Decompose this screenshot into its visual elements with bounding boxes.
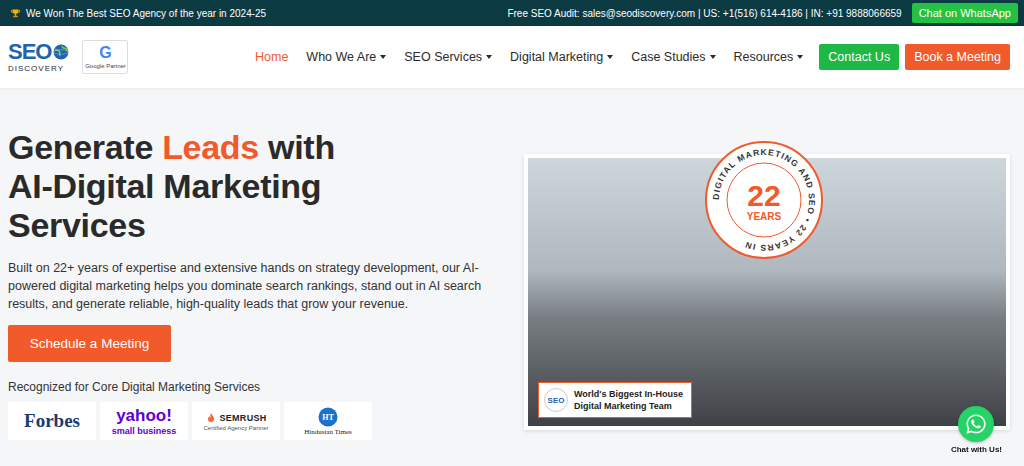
chat-button[interactable] bbox=[958, 406, 994, 442]
yahoo-name: yahoo! bbox=[116, 407, 172, 425]
nav-label: Case Studies bbox=[631, 50, 705, 64]
chat-widget[interactable]: Chat with Us! bbox=[951, 406, 1002, 454]
nav-label: Resources bbox=[734, 50, 794, 64]
nav-label: Digital Marketing bbox=[510, 50, 603, 64]
caret-icon bbox=[710, 55, 716, 59]
schedule-button[interactable]: Schedule a Meeting bbox=[8, 325, 171, 362]
logo-text: SEO bbox=[8, 40, 51, 64]
badge-unit: YEARS bbox=[747, 211, 782, 222]
partner-label: Google Partner bbox=[85, 62, 126, 70]
brand: SEODISCOVERY GGoogle Partner bbox=[8, 40, 128, 74]
ht-logo: HT Hindustan Times bbox=[284, 402, 372, 440]
nav-right: Home Who We Are SEO Services Digital Market… bbox=[255, 44, 1010, 70]
hero-content: Generate Leads withAI-Digital MarketingS… bbox=[8, 88, 508, 440]
ht-name: Hindustan Times bbox=[304, 428, 352, 436]
hero-description: Built on 22+ years of expertise and exte… bbox=[8, 259, 503, 313]
nav-button[interactable]: Contact Us bbox=[819, 44, 899, 70]
hero-title: Generate Leads withAI-Digital MarketingS… bbox=[8, 128, 508, 245]
title-line: AI-Digital Marketing bbox=[8, 167, 508, 206]
semrush-logo: SEMRUSH Certified Agency Partner bbox=[192, 402, 280, 440]
nav-label: Home bbox=[255, 50, 288, 64]
partner-letter: G bbox=[99, 44, 111, 62]
title-segment: Generate bbox=[8, 128, 162, 166]
title-line: Generate Leads with bbox=[8, 128, 508, 167]
title-segment: AI-Digital Marketing bbox=[8, 167, 321, 205]
nav-label: SEO Services bbox=[404, 50, 482, 64]
caption-line: Digital Marketing Team bbox=[574, 400, 683, 412]
hero-media: DIGITAL MARKETING AND SEO • 22 YEARS IN2… bbox=[524, 88, 1010, 430]
badge-number: 22 bbox=[747, 179, 780, 212]
top-bar: We Won The Best SEO Agency of the year i… bbox=[0, 0, 1024, 26]
hero: Generate Leads withAI-Digital MarketingS… bbox=[0, 88, 1024, 466]
whatsapp-button[interactable]: Chat on WhatsApp bbox=[912, 3, 1018, 23]
photo-caption: SEOWorld's Biggest In-HouseDigital Marke… bbox=[538, 382, 692, 418]
page: We Won The Best SEO Agency of the year i… bbox=[0, 0, 1024, 466]
ht-mark: HT bbox=[322, 413, 334, 422]
caret-icon bbox=[380, 55, 386, 59]
nav-link[interactable]: Case Studies bbox=[631, 46, 715, 68]
nav-link[interactable]: SEO Services bbox=[404, 46, 492, 68]
caption-line: World's Biggest In-House bbox=[574, 388, 683, 400]
caret-icon bbox=[797, 55, 803, 59]
logo-top: SEO bbox=[8, 40, 70, 64]
semrush-mark: SEMRUSH bbox=[205, 412, 266, 424]
forbes-logo: Forbes bbox=[8, 402, 96, 440]
caret-icon bbox=[607, 55, 613, 59]
caption-text: World's Biggest In-HouseDigital Marketin… bbox=[574, 388, 683, 412]
globe-icon bbox=[52, 43, 70, 61]
caption-logo: SEO bbox=[544, 388, 568, 412]
announcement-text: We Won The Best SEO Agency of the year i… bbox=[26, 8, 266, 19]
flame-icon bbox=[205, 412, 217, 424]
nav-link[interactable]: Home bbox=[255, 46, 288, 68]
title-line: Services bbox=[8, 206, 508, 245]
top-contact: Free SEO Audit: sales@seodiscovery.com |… bbox=[507, 3, 1018, 23]
badge-ring-text: DIGITAL MARKETING AND SEO • 22 YEARS IN bbox=[711, 147, 817, 253]
announcement: We Won The Best SEO Agency of the year i… bbox=[10, 8, 266, 19]
site-logo[interactable]: SEODISCOVERY bbox=[8, 40, 70, 74]
caret-icon bbox=[486, 55, 492, 59]
yahoo-sub: small business bbox=[112, 426, 177, 436]
nav-buttons: Contact UsBook a Meeting bbox=[819, 44, 1010, 70]
nav-label: Who We Are bbox=[306, 50, 376, 64]
title-segment: Services bbox=[8, 206, 146, 244]
chat-label: Chat with Us! bbox=[951, 445, 1002, 454]
nav-button[interactable]: Book a Meeting bbox=[905, 44, 1010, 70]
recognized-label: Recognized for Core Digital Marketing Se… bbox=[8, 380, 508, 394]
nav-bar: SEODISCOVERY GGoogle Partner Home Who We Ar… bbox=[0, 26, 1024, 88]
nav-link[interactable]: Digital Marketing bbox=[510, 46, 613, 68]
semrush-name: SEMRUSH bbox=[219, 413, 266, 423]
nav-link[interactable]: Resources bbox=[734, 46, 804, 68]
nav-link[interactable]: Who We Are bbox=[306, 46, 386, 68]
ht-mark-icon: HT bbox=[318, 407, 338, 427]
years-badge: DIGITAL MARKETING AND SEO • 22 YEARS IN2… bbox=[704, 140, 824, 260]
title-segment: with bbox=[259, 128, 335, 166]
photo-card: DIGITAL MARKETING AND SEO • 22 YEARS IN2… bbox=[524, 154, 1010, 430]
logo-subtext: DISCOVERY bbox=[8, 64, 64, 74]
semrush-sub: Certified Agency Partner bbox=[203, 425, 268, 431]
contact-text[interactable]: Free SEO Audit: sales@seodiscovery.com |… bbox=[507, 8, 901, 19]
forbes-text: Forbes bbox=[24, 410, 80, 432]
nav-links: Home Who We Are SEO Services Digital Market… bbox=[255, 46, 803, 68]
whatsapp-icon bbox=[965, 413, 987, 435]
yahoo-logo: yahoo!small business bbox=[100, 402, 188, 440]
press-logos: Forbes yahoo!small business SEMRUSH Certifi… bbox=[8, 402, 508, 440]
title-segment: Leads bbox=[162, 128, 259, 166]
google-partner-badge: GGoogle Partner bbox=[82, 40, 128, 74]
trophy-icon bbox=[10, 8, 21, 19]
